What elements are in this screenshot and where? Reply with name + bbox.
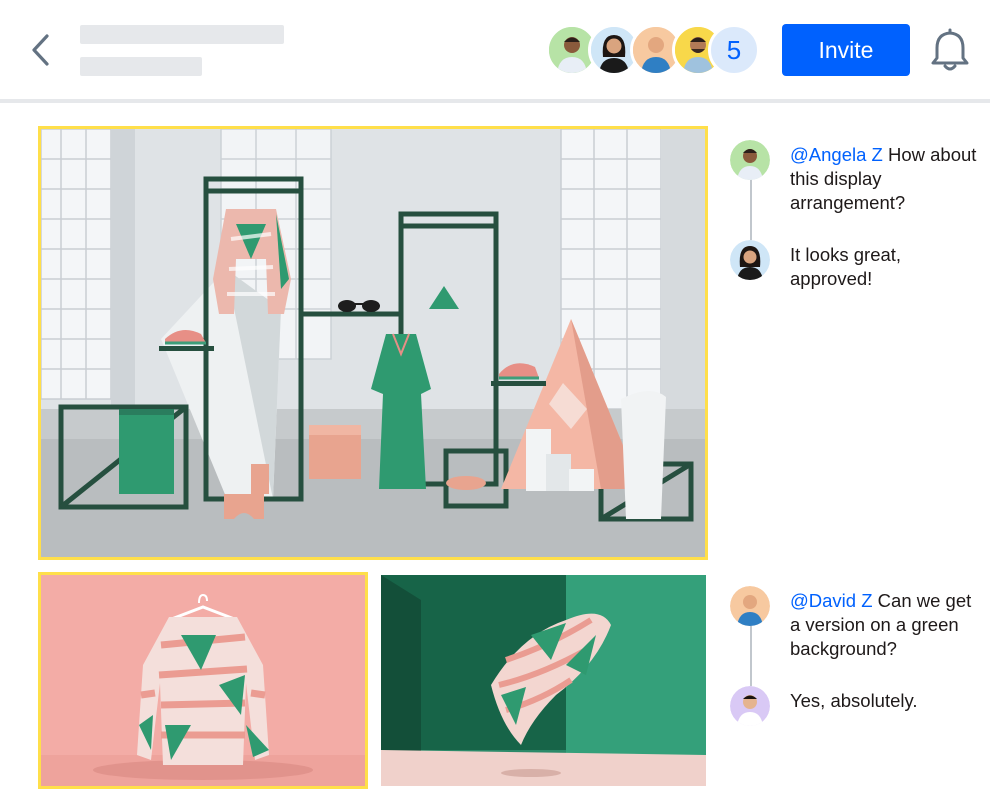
thread-connector <box>750 178 752 244</box>
comment-text: It looks great, approved! <box>790 243 980 291</box>
comment-body: It looks great, approved! <box>790 244 902 289</box>
avatar[interactable] <box>730 240 770 280</box>
mention-link[interactable]: @David Z <box>790 590 873 611</box>
avatar[interactable] <box>730 586 770 626</box>
avatar[interactable] <box>730 140 770 180</box>
chevron-left-icon <box>32 34 49 66</box>
comment-text: @Angela Z How about this display arrange… <box>790 143 980 215</box>
comment-body: Yes, absolutely. <box>790 690 918 711</box>
thread-connector <box>750 624 752 690</box>
comment-thread: @David Z Can we get a version on a green… <box>730 586 980 726</box>
sweater-green-background-image[interactable] <box>381 575 706 786</box>
comment-text: @David Z Can we get a version on a green… <box>790 589 980 661</box>
comment-thread: @Angela Z How about this display arrange… <box>730 140 980 289</box>
avatar[interactable] <box>730 686 770 726</box>
bell-icon <box>931 28 969 71</box>
file-subtitle-placeholder <box>80 57 202 76</box>
sweater-pink-background-image[interactable] <box>38 572 368 789</box>
header-divider <box>0 99 990 103</box>
file-title-placeholder <box>80 25 284 44</box>
mention-link[interactable]: @Angela Z <box>790 144 883 165</box>
collaborator-count-badge[interactable]: 5 <box>708 24 760 76</box>
comment-text: Yes, absolutely. <box>790 689 980 713</box>
collaborator-avatars[interactable]: 5 <box>546 24 760 76</box>
showroom-display-image[interactable] <box>38 126 708 560</box>
notifications-button[interactable] <box>928 28 972 74</box>
back-button[interactable] <box>26 32 56 68</box>
invite-button[interactable]: Invite <box>782 24 910 76</box>
header-bar: 5 Invite <box>0 0 990 100</box>
